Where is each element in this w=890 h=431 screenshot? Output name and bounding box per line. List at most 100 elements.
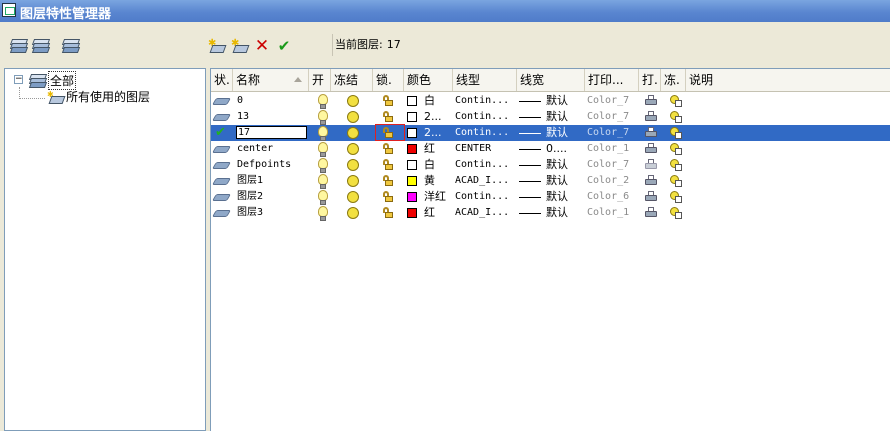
layer-row[interactable]: center 红 CENTER 0.... Color_1 (211, 141, 890, 157)
column-header-plot[interactable]: 打. (639, 69, 661, 91)
printer-icon[interactable] (645, 175, 657, 186)
color-swatch[interactable] (407, 112, 417, 122)
linetype[interactable]: ACAD_I... (455, 205, 517, 221)
layer-row[interactable]: ✔ 17 2... Contin... 默认 Color_7 (211, 124, 890, 141)
column-header-name[interactable]: 名称 (233, 69, 309, 91)
thaw-sun-icon[interactable] (347, 95, 359, 107)
column-header-freeze[interactable]: 冻结 (331, 69, 373, 91)
thaw-sun-icon[interactable] (347, 127, 359, 139)
lineweight[interactable]: 默认 (546, 173, 568, 189)
printer-icon[interactable] (645, 207, 657, 218)
color-name[interactable]: 洋红 (424, 189, 446, 205)
unlock-icon[interactable] (382, 191, 393, 202)
linetype[interactable]: ACAD_I... (455, 173, 517, 189)
vp-freeze-icon[interactable] (670, 111, 682, 123)
unlock-icon[interactable] (382, 127, 393, 138)
lineweight[interactable]: 默认 (546, 109, 568, 125)
layer-name-edit-field[interactable]: 17 (236, 126, 307, 139)
vp-freeze-icon[interactable] (670, 175, 682, 187)
linetype[interactable]: Contin... (455, 109, 517, 125)
layer-row[interactable]: 13 2... Contin... 默认 Color_7 (211, 109, 890, 125)
column-header-linetype[interactable]: 线型 (453, 69, 517, 91)
vp-freeze-icon[interactable] (670, 95, 682, 107)
on-bulb-icon[interactable] (318, 158, 328, 173)
unlock-icon[interactable] (382, 143, 393, 154)
printer-icon[interactable] (645, 127, 657, 138)
layer-properties-button[interactable] (60, 36, 81, 56)
color-name[interactable]: 白 (424, 93, 435, 109)
column-header-description[interactable]: 说明 (686, 69, 890, 91)
column-header-on[interactable]: 开 (309, 69, 331, 91)
column-header-color[interactable]: 颜色 (404, 69, 453, 91)
color-name[interactable]: 黄 (424, 173, 435, 189)
vp-freeze-icon[interactable] (670, 127, 682, 139)
column-header-status[interactable]: 状. (211, 69, 233, 91)
linetype[interactable]: Contin... (455, 157, 517, 173)
on-bulb-icon[interactable] (318, 142, 328, 157)
column-header-vp-freeze[interactable]: 冻. (661, 69, 686, 91)
column-header-lock[interactable]: 锁. (373, 69, 404, 91)
color-swatch[interactable] (407, 208, 417, 218)
layer-row[interactable]: 图层1 黄 ACAD_I... 默认 Color_2 (211, 173, 890, 189)
thaw-sun-icon[interactable] (347, 175, 359, 187)
thaw-sun-icon[interactable] (347, 191, 359, 203)
vp-freeze-icon[interactable] (670, 143, 682, 155)
tree-collapse-toggle[interactable]: − (14, 75, 23, 84)
color-name[interactable]: 2... (424, 109, 442, 125)
color-name[interactable]: 2... (424, 125, 442, 141)
linetype[interactable]: Contin... (455, 189, 517, 205)
color-name[interactable]: 红 (424, 141, 435, 157)
unlock-icon[interactable] (382, 207, 393, 218)
delete-layer-button[interactable]: ✕ (252, 36, 272, 56)
column-header-plot-style[interactable]: 打印... (585, 69, 639, 91)
layer-states-button[interactable] (8, 36, 29, 56)
color-swatch[interactable] (407, 96, 417, 106)
linetype[interactable]: Contin... (455, 93, 517, 109)
on-bulb-icon[interactable] (318, 94, 328, 109)
color-swatch[interactable] (407, 128, 417, 138)
on-bulb-icon[interactable] (318, 190, 328, 205)
new-layer-frozen-vp-button[interactable]: ✱ (229, 36, 250, 56)
color-swatch[interactable] (407, 192, 417, 202)
thaw-sun-icon[interactable] (347, 111, 359, 123)
layer-filter-button[interactable] (30, 36, 51, 56)
on-bulb-icon[interactable] (318, 174, 328, 189)
tree-node-used-layers[interactable]: ✱ 所有使用的图层 (47, 88, 150, 105)
lineweight[interactable]: 默认 (546, 125, 568, 141)
color-name[interactable]: 红 (424, 205, 435, 221)
on-bulb-icon[interactable] (318, 110, 328, 125)
unlock-icon[interactable] (382, 159, 393, 170)
printer-icon[interactable] (645, 143, 657, 154)
vp-freeze-icon[interactable] (670, 159, 682, 171)
color-name[interactable]: 白 (424, 157, 435, 173)
on-bulb-icon[interactable] (318, 126, 328, 141)
thaw-sun-icon[interactable] (347, 207, 359, 219)
lineweight[interactable]: 默认 (546, 157, 568, 173)
printer-icon[interactable] (645, 95, 657, 106)
color-swatch[interactable] (407, 176, 417, 186)
color-swatch[interactable] (407, 160, 417, 170)
lineweight[interactable]: 默认 (546, 205, 568, 221)
layer-row[interactable]: Defpoints 白 Contin... 默认 Color_7 (211, 157, 890, 173)
printer-icon[interactable] (645, 159, 657, 170)
color-swatch[interactable] (407, 144, 417, 154)
unlock-icon[interactable] (382, 95, 393, 106)
new-layer-button[interactable]: ✱ (206, 36, 227, 56)
vp-freeze-icon[interactable] (670, 207, 682, 219)
printer-icon[interactable] (645, 111, 657, 122)
layer-row[interactable]: 0 白 Contin... 默认 Color_7 (211, 93, 890, 109)
column-header-lineweight[interactable]: 线宽 (517, 69, 585, 91)
unlock-icon[interactable] (382, 111, 393, 122)
thaw-sun-icon[interactable] (347, 159, 359, 171)
printer-icon[interactable] (645, 191, 657, 202)
vp-freeze-icon[interactable] (670, 191, 682, 203)
linetype[interactable]: Contin... (455, 125, 517, 141)
linetype[interactable]: CENTER (455, 141, 517, 157)
layer-row[interactable]: 图层3 红 ACAD_I... 默认 Color_1 (211, 205, 890, 221)
lineweight[interactable]: 默认 (546, 93, 568, 109)
thaw-sun-icon[interactable] (347, 143, 359, 155)
set-current-button[interactable]: ✔ (274, 36, 294, 56)
lineweight[interactable]: 0.... (546, 141, 567, 157)
layer-row[interactable]: 图层2 洋红 Contin... 默认 Color_6 (211, 189, 890, 205)
lineweight[interactable]: 默认 (546, 189, 568, 205)
